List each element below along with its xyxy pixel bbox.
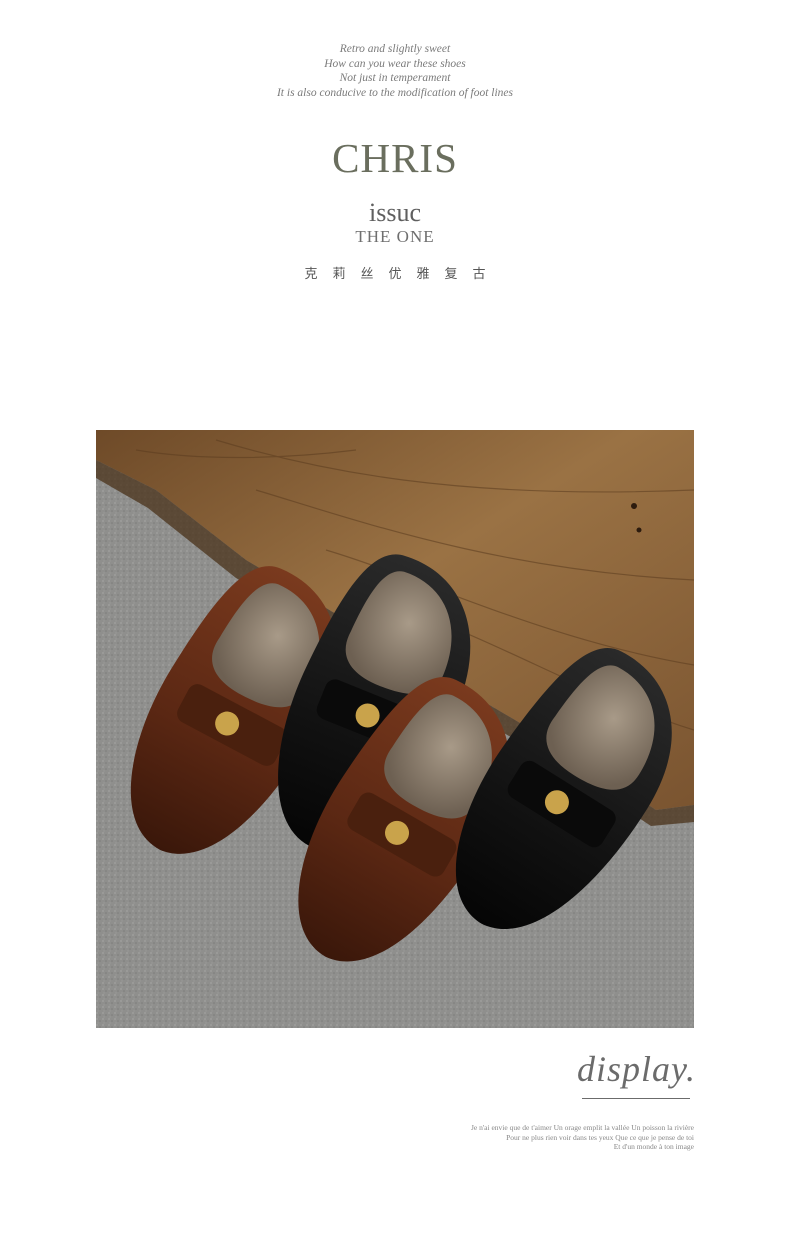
issue-subtitle: THE ONE	[355, 227, 435, 246]
intro-line: How can you wear these shoes	[324, 57, 466, 70]
intro-line: Not just in temperament	[339, 72, 451, 84]
brand-title: CHRIS	[332, 135, 458, 181]
poem-line: Et d'un monde à ton image	[613, 1142, 694, 1151]
poem-text: Je n'ai envie que de t'aimer Un orage em…	[471, 1123, 694, 1152]
intro-text: Retro and slightly sweet How can you wea…	[0, 42, 790, 100]
display-title: display.	[577, 1049, 697, 1089]
poem-line: Je n'ai envie que de t'aimer Un orage em…	[470, 1123, 694, 1132]
intro-line: Retro and slightly sweet	[339, 43, 451, 55]
display-underline	[582, 1098, 690, 1099]
chinese-tagline: 克莉丝优雅复古	[304, 267, 501, 282]
wood-knot	[636, 527, 642, 533]
loafers-image	[96, 430, 694, 1028]
product-photo	[96, 430, 694, 1028]
issue-title: issuc	[369, 198, 421, 227]
intro-line: It is also conducive to the modification…	[276, 86, 514, 99]
wood-knot	[631, 503, 637, 509]
poem-line: Pour ne plus rien voir dans tes yeux Que…	[506, 1132, 694, 1142]
